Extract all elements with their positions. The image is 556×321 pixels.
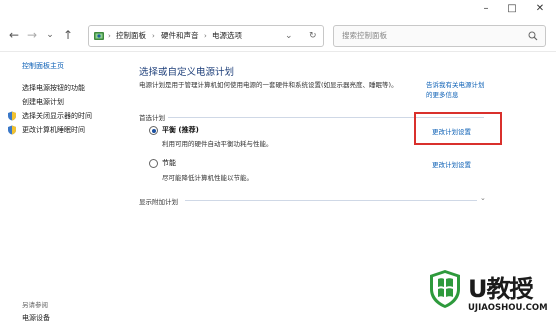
plan-balanced-radio[interactable] (149, 126, 158, 135)
up-arrow-icon[interactable]: ↑ (60, 26, 76, 44)
breadcrumb-separator: › (108, 32, 111, 40)
sidebar-item-display-off[interactable]: 选择关闭显示器的时间 (22, 111, 92, 121)
see-also-heading: 另请参阅 (22, 301, 48, 309)
minimize-button[interactable]: – (474, 0, 498, 20)
breadcrumb-hardware-sound[interactable]: 硬件和声音 (161, 26, 199, 46)
shield-icon (8, 111, 16, 121)
address-dropdown-icon[interactable]: ⌄ (285, 26, 293, 46)
page-title: 选择或自定义电源计划 (139, 67, 235, 78)
control-panel-icon (94, 32, 104, 40)
change-plan-settings-link[interactable]: 更改计划设置 (432, 159, 471, 169)
sidebar-item-power-devices[interactable]: 电源设备 (22, 313, 50, 321)
show-additional-plans[interactable]: 显示附加计划 (139, 196, 178, 206)
sidebar-item-power-button[interactable]: 选择电源按钮的功能 (22, 83, 85, 93)
breadcrumb-control-panel[interactable]: 控制面板 (116, 26, 146, 46)
sidebar-home-link[interactable]: 控制面板主页 (22, 61, 64, 71)
breadcrumb-separator: › (152, 32, 155, 40)
search-placeholder: 搜索控制面板 (342, 31, 387, 40)
watermark-url: UJIAOSHOU.COM (468, 303, 548, 313)
close-button[interactable]: ✕ (528, 0, 552, 20)
search-icon[interactable] (528, 31, 538, 41)
back-arrow-icon[interactable]: ← (6, 26, 22, 44)
watermark: U教授 UJIAOSHOU.COM (428, 267, 556, 321)
forward-arrow-icon[interactable]: → (24, 26, 40, 44)
maximize-button[interactable]: □ (500, 0, 524, 20)
sidebar-item-create-plan[interactable]: 创建电源计划 (22, 97, 64, 107)
plan-power-saver-radio[interactable] (149, 159, 158, 168)
learn-more-link[interactable]: 告诉我有关电源计划的更多信息 (426, 80, 486, 100)
sidebar: 控制面板主页 选择电源按钮的功能 创建电源计划 选择关闭显示器的时间 更改计算机… (0, 52, 130, 321)
shield-logo-icon (430, 270, 460, 308)
refresh-icon[interactable]: ↻ (309, 26, 317, 46)
highlight-box (414, 112, 502, 145)
plan-balanced-name[interactable]: 平衡 (推荐) (162, 125, 199, 135)
title-bar: – □ ✕ (0, 0, 556, 20)
search-input[interactable]: 搜索控制面板 (333, 25, 546, 47)
preferred-plans-heading: 首选计划 (139, 114, 165, 122)
plan-balanced-description: 利用可用的硬件自动平衡功耗与性能。 (162, 140, 273, 148)
address-bar: ← → ⌄ ↑ › 控制面板 › 硬件和声音 › 电源选项 ⌄ ↻ 搜索控制面板 (0, 20, 556, 52)
sidebar-item-sleep-time[interactable]: 更改计算机睡眠时间 (22, 125, 85, 135)
plan-power-saver-description: 尽可能降低计算机性能以节能。 (162, 174, 253, 182)
watermark-title: U教授 (468, 275, 533, 303)
section-divider (185, 200, 477, 201)
breadcrumb-power-options[interactable]: 电源选项 (212, 26, 242, 46)
recent-locations-chevron-icon[interactable]: ⌄ (42, 26, 58, 44)
chevron-down-icon[interactable]: ⌄ (480, 194, 486, 202)
address-path-box[interactable]: › 控制面板 › 硬件和声音 › 电源选项 ⌄ ↻ (88, 25, 324, 47)
shield-icon (8, 125, 16, 135)
breadcrumb-separator: › (204, 32, 207, 40)
plan-power-saver-name[interactable]: 节能 (162, 158, 176, 168)
